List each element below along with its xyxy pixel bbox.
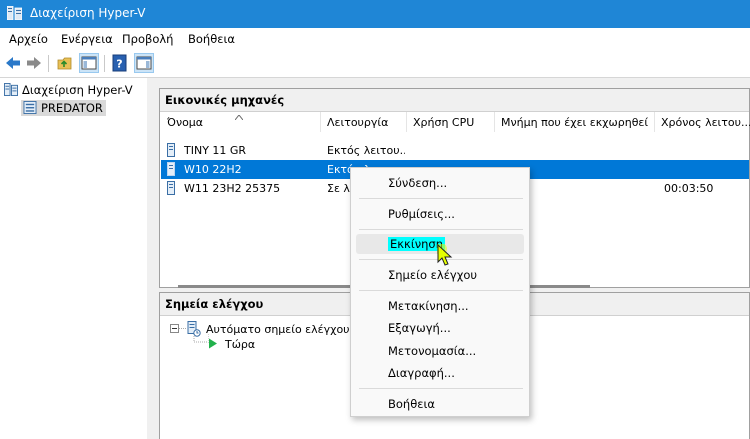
- menu-item-label: Μετονομασία...: [388, 344, 477, 358]
- column-name[interactable]: Όνομα: [161, 112, 321, 132]
- pane-splitter[interactable]: [147, 78, 157, 439]
- menu-item-label: Ρυθμίσεις...: [388, 207, 455, 221]
- menu-separator: [359, 198, 523, 199]
- menu-item-label: Βοήθεια: [388, 397, 435, 411]
- tree-server-label: PREDATOR: [41, 101, 103, 115]
- tree-connector: [193, 336, 207, 343]
- tree-root-label: Διαχείριση Hyper-V: [22, 83, 133, 97]
- console-tree: Διαχείριση Hyper-V PREDATOR: [0, 78, 147, 439]
- menu-item-label: Μετακίνηση...: [388, 299, 469, 313]
- menu-item-label: Διαγραφή...: [388, 366, 455, 380]
- tree-node-hyperv-manager[interactable]: Διαχείριση Hyper-V: [4, 83, 133, 97]
- menu-item-move[interactable]: Μετακίνηση...: [351, 296, 529, 316]
- virtual-machine-icon: [167, 143, 175, 157]
- play-icon: [209, 338, 217, 349]
- toolbar-separator: [104, 55, 105, 72]
- menu-file[interactable]: Αρχείο: [9, 32, 48, 46]
- sort-ascending-icon: [235, 115, 243, 120]
- checkpoints-title: Σημεία ελέγχου: [165, 297, 264, 311]
- menu-bar: Αρχείο Ενέργεια Προβολή Βοήθεια: [0, 28, 750, 50]
- column-cpu-label: Χρήση CPU: [413, 116, 475, 129]
- menu-separator: [359, 229, 523, 230]
- menu-item-checkpoint[interactable]: Σημείο ελέγχου: [351, 265, 529, 285]
- menu-view[interactable]: Προβολή: [122, 32, 173, 46]
- virtual-machines-title: Εικονικές μηχανές: [165, 93, 285, 107]
- menu-item-connect[interactable]: Σύνδεση...: [351, 173, 529, 193]
- up-folder-icon[interactable]: [56, 54, 74, 72]
- menu-item-label: Σύνδεση...: [388, 176, 448, 190]
- column-uptime-label: Χρόνος λειτου...: [661, 116, 750, 129]
- help-icon[interactable]: ?: [111, 54, 129, 72]
- virtual-machine-icon: [167, 162, 175, 176]
- menu-separator: [359, 388, 523, 389]
- menu-item-label: Σημείο ελέγχου: [388, 268, 478, 282]
- table-row[interactable]: TINY 11 GR Εκτός λειτου...: [161, 141, 749, 160]
- title-bar: Διαχείριση Hyper-V: [0, 0, 750, 28]
- menu-item-settings[interactable]: Ρυθμίσεις...: [351, 204, 529, 224]
- menu-item-label: Εξαγωγή...: [388, 321, 451, 335]
- menu-help[interactable]: Βοήθεια: [188, 32, 235, 46]
- vm-name: TINY 11 GR: [184, 144, 247, 157]
- vm-uptime: 00:03:50: [664, 182, 714, 195]
- tree-node-server[interactable]: PREDATOR: [21, 100, 106, 116]
- column-state[interactable]: Λειτουργία: [321, 112, 407, 132]
- vm-name: W11 23H2 25375: [184, 182, 281, 195]
- virtual-machines-header: Εικονικές μηχανές: [160, 89, 749, 112]
- menu-item-rename[interactable]: Μετονομασία...: [351, 341, 529, 361]
- svg-text:?: ?: [116, 58, 122, 71]
- window-title: Διαχείριση Hyper-V: [30, 6, 146, 20]
- action-pane-icon: [136, 56, 152, 70]
- show-hide-action-pane-button[interactable]: [134, 53, 154, 73]
- console-tree-icon: [81, 56, 97, 70]
- checkpoint-icon: [187, 321, 201, 337]
- hyperv-manager-icon: [7, 6, 22, 20]
- toolbar-separator: [48, 55, 49, 72]
- checkpoint-root-label[interactable]: Αυτόματο σημείο ελέγχου - W: [206, 323, 371, 336]
- context-menu: Σύνδεση... Ρυθμίσεις... Εκκίνηση Σημείο …: [350, 167, 530, 417]
- back-arrow-icon[interactable]: [4, 54, 22, 72]
- virtual-machine-icon: [167, 181, 175, 195]
- toolbar: ?: [0, 50, 750, 78]
- column-name-label: Όνομα: [167, 116, 204, 129]
- server-icon: [23, 101, 37, 114]
- menu-item-help[interactable]: Βοήθεια: [351, 394, 529, 414]
- collapse-icon[interactable]: [170, 324, 179, 333]
- forward-arrow-icon[interactable]: [25, 54, 43, 72]
- column-state-label: Λειτουργία: [327, 116, 389, 129]
- column-memory-label: Μνήμη που έχει εκχωρηθεί: [501, 116, 649, 129]
- show-hide-console-tree-button[interactable]: [79, 53, 99, 73]
- hyperv-manager-icon: [4, 83, 18, 96]
- menu-separator: [359, 290, 523, 291]
- menu-item-export[interactable]: Εξαγωγή...: [351, 318, 529, 338]
- mouse-pointer-icon: [437, 244, 453, 266]
- vm-state: Εκτός λειτου...: [327, 144, 405, 157]
- menu-item-delete[interactable]: Διαγραφή...: [351, 363, 529, 383]
- vm-name: W10 22H2: [184, 163, 242, 176]
- column-uptime[interactable]: Χρόνος λειτου...: [655, 112, 750, 132]
- menu-action[interactable]: Ενέργεια: [61, 32, 113, 46]
- checkpoint-now-label[interactable]: Τώρα: [225, 338, 255, 351]
- column-cpu-usage[interactable]: Χρήση CPU: [407, 112, 495, 132]
- column-assigned-memory[interactable]: Μνήμη που έχει εκχωρηθεί: [495, 112, 655, 132]
